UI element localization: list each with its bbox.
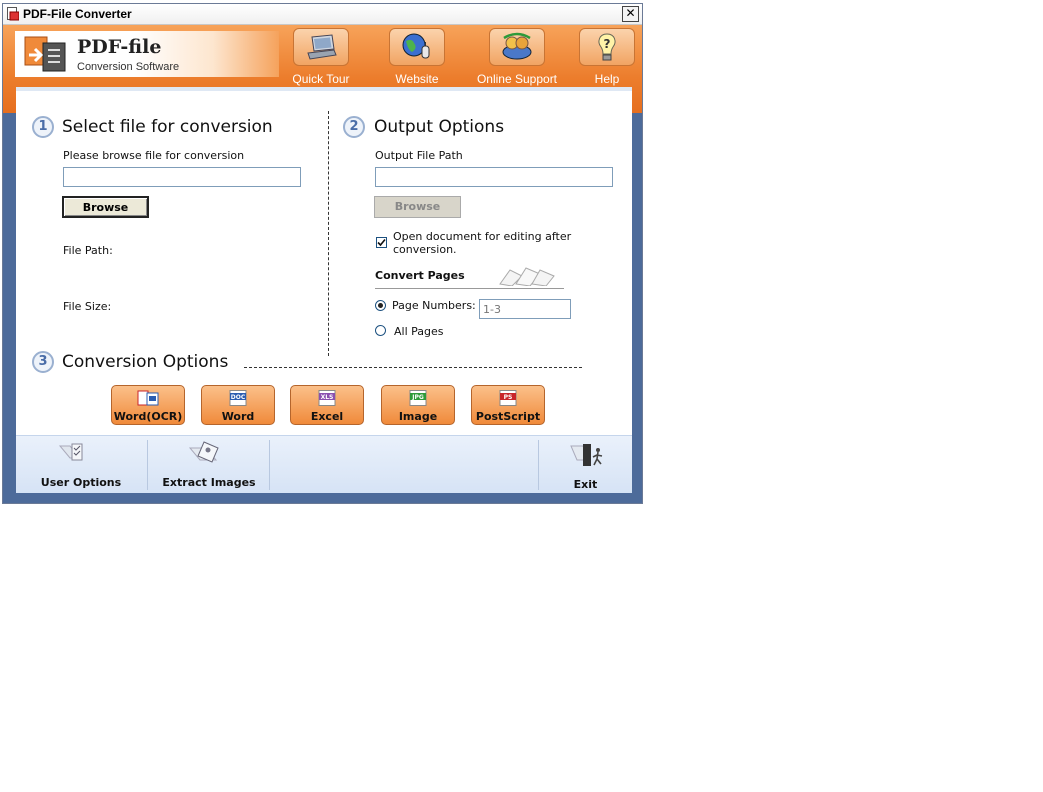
help-bulb-icon: ? [598,33,616,61]
browse-output-button[interactable]: Browse [374,196,461,218]
user-options-label: User Options [40,476,122,489]
help-label: Help [594,72,620,86]
website-button[interactable]: Website [385,28,449,86]
user-options-icon [58,443,83,461]
image-label: Image [398,410,438,423]
checkmark-icon [377,238,386,247]
word-ocr-icon [137,390,159,406]
website-label: Website [395,72,439,86]
browse-file-label: Please browse file for conversion [63,149,245,162]
open-doc-checkbox[interactable] [376,237,387,248]
doc-badge-text: DOC [231,394,246,401]
xls-badge-text: XLS [321,394,334,401]
bottom-separator [269,440,270,490]
browse-source-button[interactable]: Browse [62,196,149,218]
output-path-label: Output File Path [375,149,463,162]
logo-icon [24,36,66,72]
image-button[interactable]: JPG Image [381,385,455,425]
word-button[interactable]: DOC Word [201,385,275,425]
logo: PDF-file Conversion Software [15,31,279,77]
excel-label: Excel [310,410,344,423]
pages-icon [499,267,555,286]
word-ocr-label: Word(OCR) [113,410,183,423]
all-pages-radio[interactable] [375,325,386,336]
convert-pages-underline [375,288,564,289]
ps-badge-text: PS [504,394,513,401]
main-panel: 1 Select file for conversion Please brow… [16,87,632,439]
step-1-badge: 1 [32,116,54,138]
step-3-badge: 3 [32,351,54,373]
postscript-label: PostScript [475,410,541,423]
ps-file-icon: PS [499,390,517,406]
conversion-divider [244,367,582,368]
step-2-badge: 2 [343,116,365,138]
app-window: PDF-File Converter ✕ PDF-file Conversion… [2,3,643,504]
logo-title: PDF-file [77,36,162,58]
close-button[interactable]: ✕ [622,6,639,22]
page-numbers-radio[interactable] [375,300,386,311]
exit-door-icon [570,444,603,466]
online-support-button[interactable]: Online Support [473,28,561,86]
bottom-toolbar: User Options Extract Images Exit [16,435,632,493]
file-path-label: File Path: [63,244,113,257]
page-numbers-input[interactable] [479,299,571,319]
quick-tour-label: Quick Tour [292,72,350,86]
globe-icon [402,33,430,59]
convert-pages-label: Convert Pages [375,269,465,282]
source-file-input[interactable] [63,167,301,187]
extract-images-icon [188,441,219,463]
laptop-icon [307,34,337,60]
exit-button[interactable]: Exit [539,436,632,493]
word-ocr-button[interactable]: Word(OCR) [111,385,185,425]
postscript-button[interactable]: PS PostScript [471,385,545,425]
online-support-label: Online Support [476,72,558,86]
window-title: PDF-File Converter [23,7,132,21]
jpg-file-icon: JPG [409,390,427,406]
user-options-button[interactable]: User Options [16,436,146,493]
step-2-title: Output Options [374,117,505,137]
open-doc-label: Open document for editing after conversi… [393,230,572,256]
logo-subtitle: Conversion Software [77,61,180,73]
word-label: Word [221,410,255,423]
step-1-title: Select file for conversion [62,117,273,137]
page-numbers-label: Page Numbers: [392,299,476,312]
step-3-title: Conversion Options [62,352,229,372]
app-icon [7,7,19,21]
output-path-input[interactable] [375,167,613,187]
help-button[interactable]: ? Help [577,28,637,86]
excel-button[interactable]: XLS Excel [290,385,364,425]
all-pages-label: All Pages [394,325,444,338]
extract-images-button[interactable]: Extract Images [148,436,270,493]
quick-tour-button[interactable]: Quick Tour [289,28,353,86]
exit-label: Exit [573,478,598,491]
extract-images-label: Extract Images [162,476,256,489]
file-size-label: File Size: [63,300,112,313]
xls-file-icon: XLS [318,390,336,406]
support-icon [502,32,532,60]
doc-file-icon: DOC [229,390,247,406]
svg-text:?: ? [604,37,611,51]
column-divider [328,111,329,356]
title-bar[interactable]: PDF-File Converter ✕ [3,4,642,25]
jpg-badge-text: JPG [411,394,424,401]
